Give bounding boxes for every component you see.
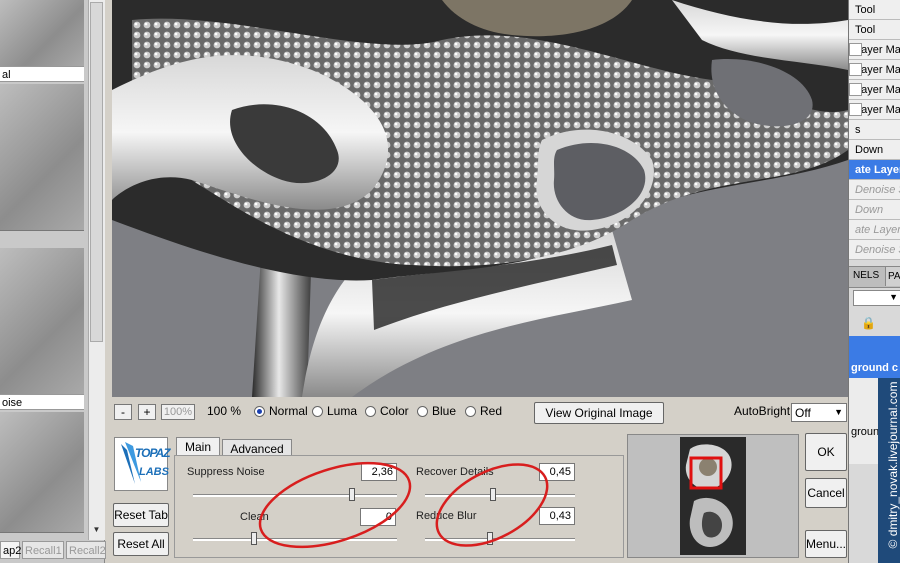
channel-luma-radio[interactable]: [312, 406, 323, 417]
zoom-100-button[interactable]: 100%: [161, 404, 195, 420]
history-item[interactable]: Layer Mask: [849, 100, 900, 120]
scrollbar-thumb[interactable]: [90, 2, 103, 342]
history-item-label: Tool: [855, 4, 876, 16]
history-item-label: ate Layer: [855, 164, 900, 176]
logo-text-labs: LABS: [139, 466, 169, 478]
blend-mode-select[interactable]: ▼: [853, 290, 900, 306]
channel-normal-radio[interactable]: [254, 406, 265, 417]
logo-text-topaz: TOPAZ: [135, 446, 171, 460]
channel-normal-label[interactable]: Normal: [269, 404, 308, 419]
history-item[interactable]: Layer Mask: [849, 80, 900, 100]
navigator-panel[interactable]: [627, 434, 799, 558]
history-item[interactable]: Down: [849, 200, 900, 220]
snapshot-panel: al oise ▼ ap2 Recall1 Recall2: [0, 0, 106, 563]
recall-tab-2[interactable]: Recall2: [66, 541, 106, 559]
history-item[interactable]: Denoise 3: [849, 180, 900, 200]
channel-blue-radio[interactable]: [417, 406, 428, 417]
selected-layer-row[interactable]: ground c: [849, 336, 900, 378]
zoom-out-button[interactable]: -: [114, 404, 132, 420]
layer-name: ground c: [851, 362, 899, 374]
history-item[interactable]: ate Layer: [849, 160, 900, 180]
history-item[interactable]: ate Layer: [849, 220, 900, 240]
history-checkbox[interactable]: [849, 103, 862, 116]
history-checkbox[interactable]: [849, 63, 862, 76]
history-checkbox[interactable]: [849, 43, 862, 56]
view-original-image-button[interactable]: View Original Image: [534, 402, 664, 424]
history-item[interactable]: Denoise 3: [849, 240, 900, 260]
tab-main[interactable]: Main: [176, 437, 220, 456]
menu-button[interactable]: Menu...: [805, 530, 847, 558]
history-item-label: ate Layer: [855, 224, 900, 236]
panel-tab-channels[interactable]: NELS: [853, 270, 879, 281]
recall-tab-1[interactable]: Recall1: [22, 541, 64, 559]
history-item[interactable]: Layer Mask: [849, 40, 900, 60]
snapshot-thumbnail[interactable]: [0, 248, 84, 395]
watermark: © dmitry_novak.livejournal.com: [878, 378, 900, 563]
channel-luma-label[interactable]: Luma: [327, 404, 357, 419]
channel-red-label[interactable]: Red: [480, 404, 502, 419]
channel-color-label[interactable]: Color: [380, 404, 409, 419]
channel-blue-label[interactable]: Blue: [432, 404, 456, 419]
history-item-label: Down: [855, 204, 884, 216]
history-item[interactable]: s: [849, 120, 900, 140]
dropdown-arrow-icon: ▼: [834, 407, 843, 417]
reset-tab-button[interactable]: Reset Tab: [113, 503, 169, 527]
panel-tab-bar: NELS PA: [849, 266, 900, 288]
cancel-button[interactable]: Cancel: [805, 478, 847, 508]
zoom-in-button[interactable]: +: [138, 404, 156, 420]
snapshot-tab[interactable]: ap2: [0, 541, 21, 559]
snapshot-scrollbar[interactable]: ▼: [88, 0, 105, 540]
layer-name: groun: [851, 426, 880, 438]
history-item[interactable]: Layer Mask: [849, 60, 900, 80]
ok-button[interactable]: OK: [805, 433, 847, 471]
snapshot-label[interactable]: al: [0, 66, 84, 82]
scroll-down-arrow-icon[interactable]: ▼: [90, 524, 103, 536]
panel-tab-paths[interactable]: PA: [885, 267, 900, 286]
autobright-label: AutoBright:: [734, 404, 794, 418]
watermark-text: © dmitry_novak.livejournal.com: [886, 381, 900, 549]
zoom-level-text: 100 %: [207, 404, 242, 418]
snapshot-thumbnail[interactable]: [0, 412, 84, 533]
channel-red-radio[interactable]: [465, 406, 476, 417]
jewelry-closeup-photo: [112, 0, 848, 397]
history-item-label: Denoise 3: [855, 244, 900, 256]
channel-color-radio[interactable]: [365, 406, 376, 417]
snapshot-thumbnail[interactable]: [0, 84, 84, 231]
reset-all-button[interactable]: Reset All: [113, 532, 169, 556]
history-item-label: Down: [855, 144, 884, 156]
history-item[interactable]: Tool: [849, 0, 900, 20]
navigator-thumbnail: [680, 437, 746, 555]
autobright-select[interactable]: Off ▼: [791, 403, 847, 422]
history-checkbox[interactable]: [849, 83, 862, 96]
autobright-value: Off: [795, 406, 811, 420]
annotation-ellipse-left: [258, 461, 412, 549]
history-item[interactable]: Tool: [849, 20, 900, 40]
lock-icon[interactable]: 🔒: [861, 316, 876, 330]
history-item-label: Tool: [855, 24, 876, 36]
dropdown-arrow-icon: ▼: [889, 292, 898, 302]
history-item-label: Denoise 3: [855, 184, 900, 196]
topaz-labs-logo: TOPAZ LABS: [114, 437, 171, 491]
image-preview[interactable]: [112, 0, 848, 397]
history-item-label: s: [855, 124, 861, 136]
history-item[interactable]: Down: [849, 140, 900, 160]
snapshot-label[interactable]: oise: [0, 394, 84, 410]
snapshot-thumbnail[interactable]: [0, 0, 84, 67]
annotation-ellipse-right: [435, 463, 549, 547]
